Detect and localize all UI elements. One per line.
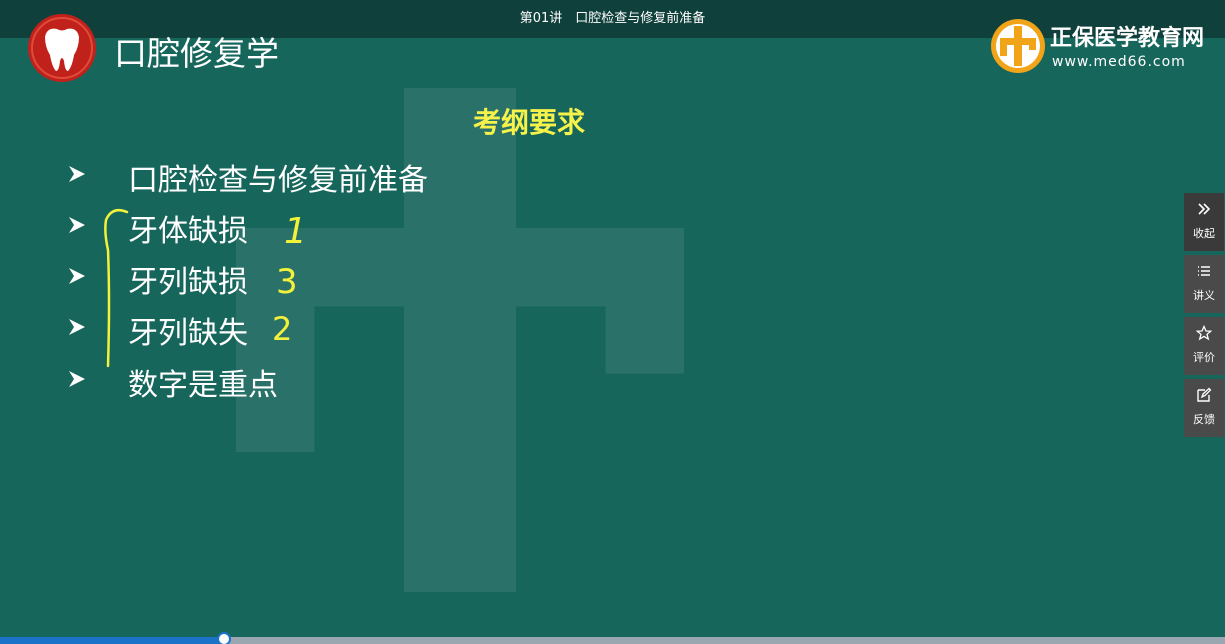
notes-label: 讲义 xyxy=(1193,289,1215,302)
tooth-logo-icon xyxy=(28,14,96,82)
section-title: 考纲要求 xyxy=(472,106,585,139)
course-title: 口腔修复学 xyxy=(114,34,279,73)
arrow-bullet-icon xyxy=(69,166,85,182)
arrow-bullet-icon xyxy=(69,319,85,335)
watermark-logo-icon xyxy=(236,88,684,592)
side-panel: 收起 讲义 评价 反馈 xyxy=(1184,193,1224,441)
notes-button[interactable]: 讲义 xyxy=(1184,255,1224,313)
feedback-button[interactable]: 反馈 xyxy=(1184,379,1224,437)
star-icon xyxy=(1184,317,1224,349)
brand-emblem-icon xyxy=(991,19,1045,73)
annotation-bracket xyxy=(104,209,129,368)
collapse-label: 收起 xyxy=(1193,227,1215,240)
double-chevron-right-icon xyxy=(1184,193,1224,225)
bullet-text: 牙列缺失 xyxy=(128,316,248,351)
progress-handle[interactable] xyxy=(217,632,232,644)
arrow-bullet-icon xyxy=(69,268,85,284)
rate-button[interactable]: 评价 xyxy=(1184,317,1224,375)
arrow-bullet-icon xyxy=(69,217,85,233)
bullet-text: 牙体缺损 xyxy=(128,214,248,249)
video-player: 第01讲 口腔检查与修复前准备 口腔修复学 正保医学教育网 www.med66.… xyxy=(0,0,1225,644)
brand-name: 正保医学教育网 xyxy=(1050,26,1205,51)
list-icon xyxy=(1184,255,1224,287)
rate-label: 评价 xyxy=(1193,351,1215,364)
brand-url: www.med66.com xyxy=(1052,54,1186,70)
progress-fill xyxy=(0,637,225,644)
bullet-text: 数字是重点 xyxy=(128,368,278,403)
progress-bar[interactable] xyxy=(0,632,1225,644)
feedback-label: 反馈 xyxy=(1193,413,1215,426)
collapse-button[interactable]: 收起 xyxy=(1184,193,1224,251)
brand-logo: 正保医学教育网 www.med66.com xyxy=(990,18,1220,78)
arrow-bullet-icon xyxy=(69,371,85,387)
edit-icon xyxy=(1184,379,1224,411)
bullet-text: 口腔检查与修复前准备 xyxy=(128,163,428,198)
bullet-text: 牙列缺损 xyxy=(128,265,248,300)
